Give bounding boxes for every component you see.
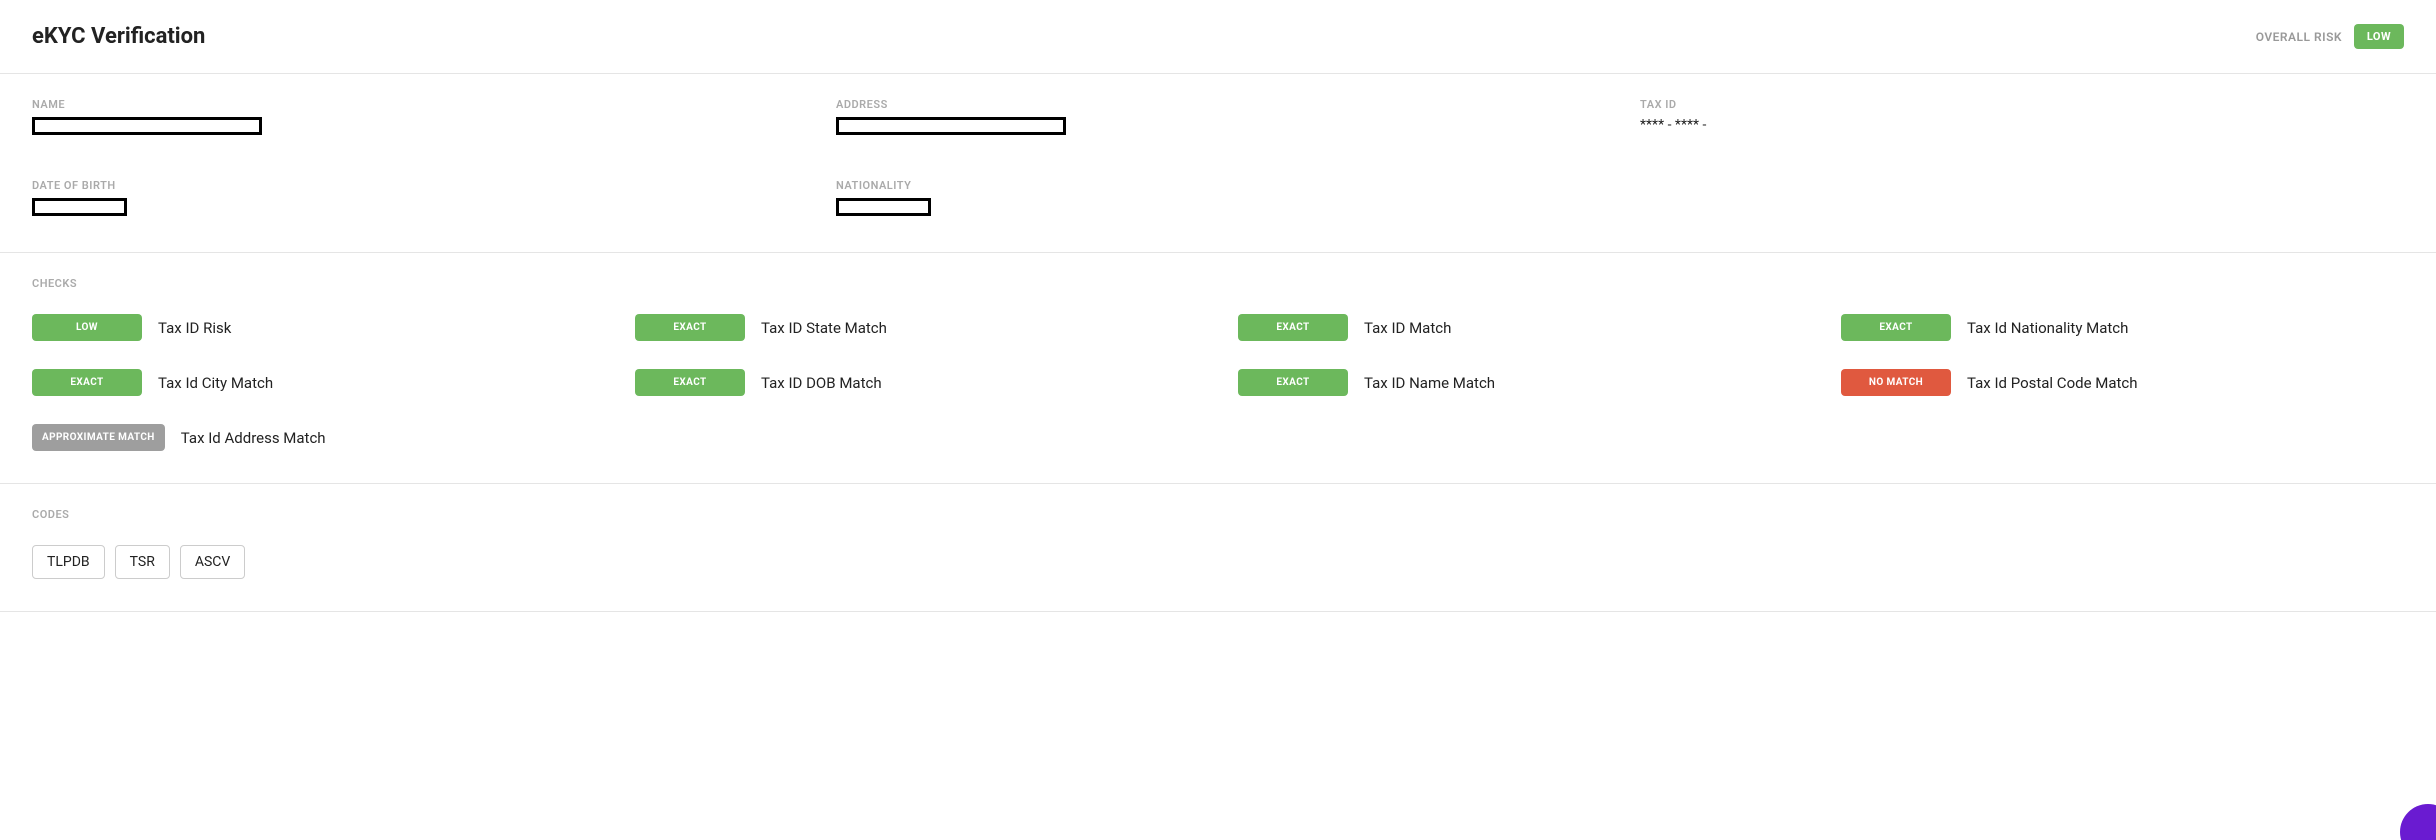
header: eKYC Verification OVERALL RISK LOW bbox=[0, 0, 2436, 74]
check-status-badge: EXACT bbox=[635, 314, 745, 341]
check-status-badge: APPROXIMATE MATCH bbox=[32, 424, 165, 451]
check-label: Tax Id Nationality Match bbox=[1967, 319, 2128, 337]
check-label: Tax ID State Match bbox=[761, 319, 887, 337]
check-item: EXACT Tax Id City Match bbox=[32, 369, 595, 396]
field-name-label: NAME bbox=[32, 98, 796, 111]
field-taxid-label: TAX ID bbox=[1640, 98, 2404, 111]
check-status-badge: EXACT bbox=[1841, 314, 1951, 341]
check-item: EXACT Tax ID Name Match bbox=[1238, 369, 1801, 396]
check-status-badge: NO MATCH bbox=[1841, 369, 1951, 396]
check-item: EXACT Tax ID Match bbox=[1238, 314, 1801, 341]
check-status-badge: LOW bbox=[32, 314, 142, 341]
check-label: Tax Id Address Match bbox=[181, 429, 326, 447]
field-address: ADDRESS bbox=[836, 98, 1600, 139]
check-item: NO MATCH Tax Id Postal Code Match bbox=[1841, 369, 2404, 396]
field-address-label: ADDRESS bbox=[836, 98, 1600, 111]
check-status-badge: EXACT bbox=[635, 369, 745, 396]
check-item: EXACT Tax Id Nationality Match bbox=[1841, 314, 2404, 341]
identity-section: NAME ADDRESS TAX ID **** - **** - DATE O… bbox=[0, 74, 2436, 253]
overall-risk-badge: LOW bbox=[2354, 24, 2404, 49]
check-status-badge: EXACT bbox=[1238, 314, 1348, 341]
code-chip: ASCV bbox=[180, 545, 245, 579]
codes-heading: CODES bbox=[32, 508, 2404, 521]
check-status-badge: EXACT bbox=[1238, 369, 1348, 396]
code-chip: TSR bbox=[115, 545, 170, 579]
check-label: Tax Id Postal Code Match bbox=[1967, 374, 2138, 392]
field-dob: DATE OF BIRTH bbox=[32, 179, 796, 220]
check-label: Tax ID DOB Match bbox=[761, 374, 882, 392]
checks-section: CHECKS LOW Tax ID Risk EXACT Tax ID State M… bbox=[0, 253, 2436, 484]
code-chip: TLPDB bbox=[32, 545, 105, 579]
field-nationality-value-redacted bbox=[836, 198, 931, 216]
check-item: EXACT Tax ID DOB Match bbox=[635, 369, 1198, 396]
field-address-value-redacted bbox=[836, 117, 1066, 135]
check-label: Tax ID Match bbox=[1364, 319, 1451, 337]
checks-heading: CHECKS bbox=[32, 277, 2404, 290]
check-item: LOW Tax ID Risk bbox=[32, 314, 595, 341]
check-label: Tax Id City Match bbox=[158, 374, 273, 392]
field-dob-value-redacted bbox=[32, 198, 127, 216]
field-nationality-label: NATIONALITY bbox=[836, 179, 1600, 192]
field-taxid: TAX ID **** - **** - bbox=[1640, 98, 2404, 139]
help-fab[interactable] bbox=[2400, 804, 2436, 840]
field-name-value-redacted bbox=[32, 117, 262, 135]
check-item: EXACT Tax ID State Match bbox=[635, 314, 1198, 341]
field-taxid-value: **** - **** - bbox=[1640, 117, 1706, 133]
check-label: Tax ID Name Match bbox=[1364, 374, 1495, 392]
check-status-badge: EXACT bbox=[32, 369, 142, 396]
field-name: NAME bbox=[32, 98, 796, 139]
check-item: APPROXIMATE MATCH Tax Id Address Match bbox=[32, 424, 595, 451]
overall-risk-label: OVERALL RISK bbox=[2256, 30, 2342, 44]
field-dob-label: DATE OF BIRTH bbox=[32, 179, 796, 192]
field-nationality: NATIONALITY bbox=[836, 179, 1600, 220]
page-title: eKYC Verification bbox=[32, 24, 205, 49]
check-label: Tax ID Risk bbox=[158, 319, 231, 337]
codes-section: CODES TLPDB TSR ASCV bbox=[0, 484, 2436, 612]
header-right: OVERALL RISK LOW bbox=[2256, 24, 2404, 49]
